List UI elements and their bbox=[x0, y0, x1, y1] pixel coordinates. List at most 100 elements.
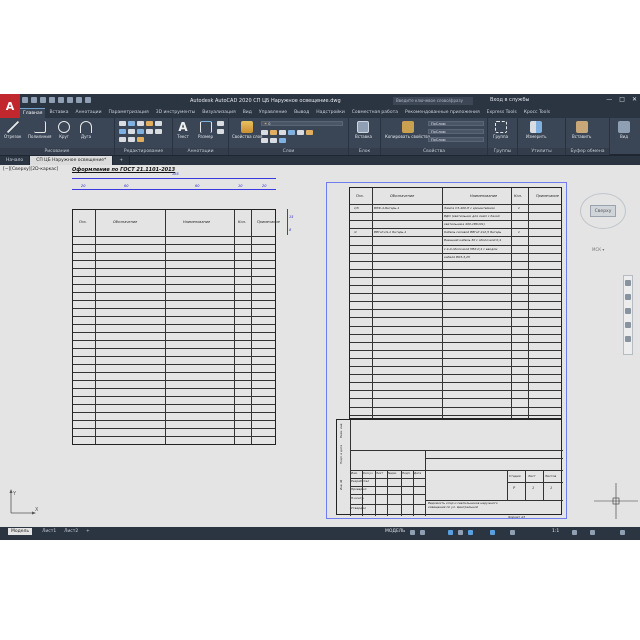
cloud-icon[interactable] bbox=[58, 97, 64, 103]
tab-layout2[interactable]: Лист2 bbox=[64, 529, 78, 534]
tab-parametric[interactable]: Параметризация bbox=[106, 108, 152, 118]
orbit-icon[interactable] bbox=[625, 322, 631, 328]
move-icon[interactable] bbox=[119, 121, 126, 126]
annotation-scale[interactable]: 1:1 bbox=[552, 529, 559, 534]
add-layout-button[interactable]: + bbox=[86, 529, 90, 534]
groups-panel-label[interactable]: Группы bbox=[488, 148, 517, 155]
lineweight-icon[interactable] bbox=[490, 530, 495, 535]
zoom-icon[interactable] bbox=[625, 308, 631, 314]
layer-properties-tool[interactable]: Свойства слоя bbox=[232, 121, 262, 139]
tab-3d-tools[interactable]: 3D инструменты bbox=[153, 108, 199, 118]
tab-featured-apps[interactable]: Рекомендованные приложения bbox=[402, 108, 483, 118]
showmotion-icon[interactable] bbox=[625, 336, 631, 342]
maximize-button[interactable]: □ bbox=[619, 96, 625, 103]
viewcube[interactable]: Сверху bbox=[590, 205, 616, 217]
undo-icon[interactable] bbox=[76, 97, 82, 103]
tab-drawing[interactable]: СП ЦБ Наружное освещение* bbox=[30, 156, 114, 165]
tab-collaborate[interactable]: Совместная работа bbox=[349, 108, 401, 118]
measure-tool[interactable]: Измерить bbox=[526, 121, 546, 139]
linetype-dropdown[interactable]: ПоСлою bbox=[428, 137, 484, 142]
layer-match-icon[interactable] bbox=[288, 130, 295, 135]
tab-start[interactable]: Начало bbox=[0, 156, 31, 165]
paste-tool[interactable]: Вставить bbox=[572, 121, 591, 139]
chamfer-icon[interactable] bbox=[137, 137, 144, 142]
trim-icon[interactable] bbox=[137, 121, 144, 126]
layer-merge-icon[interactable] bbox=[279, 138, 286, 143]
layer-dropdown[interactable]: ☀ 0 bbox=[261, 121, 343, 126]
stretch-icon[interactable] bbox=[146, 129, 153, 134]
tab-model[interactable]: Модель bbox=[8, 528, 33, 535]
wcs-menu[interactable]: МСК ▾ bbox=[592, 247, 604, 252]
osnap-icon[interactable] bbox=[468, 530, 473, 535]
settings-icon[interactable] bbox=[590, 530, 595, 535]
layer-off-icon[interactable] bbox=[261, 130, 268, 135]
properties-panel-label[interactable]: Свойства bbox=[381, 148, 487, 155]
new-tab-button[interactable]: + bbox=[113, 156, 131, 165]
layers-panel-label[interactable]: Слои bbox=[229, 148, 348, 155]
insert-block-tool[interactable]: Вставка bbox=[355, 121, 372, 139]
color-dropdown[interactable]: ПоСлою bbox=[428, 121, 484, 126]
clipboard-panel-label[interactable]: Буфер обмена bbox=[566, 148, 609, 155]
group-tool[interactable]: Группа bbox=[493, 121, 508, 139]
match-properties-tool[interactable]: Копировать свойства bbox=[385, 121, 430, 139]
steering-wheel-icon[interactable] bbox=[625, 280, 631, 286]
dimension-tool[interactable]: Размер bbox=[198, 121, 213, 139]
table-icon[interactable] bbox=[217, 129, 224, 134]
new-icon[interactable] bbox=[22, 97, 28, 103]
close-button[interactable]: ✕ bbox=[632, 96, 637, 103]
utilities-panel-label[interactable]: Утилиты bbox=[518, 148, 565, 155]
tab-layout1[interactable]: Лист1 bbox=[42, 529, 56, 534]
viewport-controls[interactable]: [−][Сверху][2D-каркас] bbox=[3, 167, 58, 172]
tab-addins[interactable]: Надстройки bbox=[313, 108, 348, 118]
tab-home[interactable]: Главная bbox=[20, 108, 46, 118]
search-input[interactable]: Введите ключевое слово/фразу bbox=[393, 97, 473, 105]
drawing-canvas[interactable]: [−][Сверху][2D-каркас] Оформление по ГОС… bbox=[0, 165, 640, 527]
plot-icon[interactable] bbox=[67, 97, 73, 103]
open-icon[interactable] bbox=[31, 97, 37, 103]
snap-icon[interactable] bbox=[420, 530, 425, 535]
model-space-button[interactable]: МОДЕЛЬ bbox=[385, 529, 405, 534]
view-tool[interactable]: Вид bbox=[618, 121, 630, 139]
leader-icon[interactable] bbox=[217, 121, 224, 126]
text-tool[interactable]: A Текст bbox=[177, 121, 189, 139]
scale-icon[interactable] bbox=[155, 129, 162, 134]
layer-freeze-icon[interactable] bbox=[270, 130, 277, 135]
circle-tool[interactable]: Круг bbox=[58, 121, 70, 139]
explode-icon[interactable] bbox=[137, 129, 144, 134]
tab-visualize[interactable]: Визуализация bbox=[199, 108, 238, 118]
array-icon[interactable] bbox=[119, 137, 126, 142]
offset-icon[interactable] bbox=[128, 137, 135, 142]
tab-cross-tools[interactable]: Кросс Tools bbox=[521, 108, 553, 118]
annotation-icon[interactable] bbox=[510, 530, 515, 535]
tab-view[interactable]: Вид bbox=[240, 108, 255, 118]
arc-tool[interactable]: Дуга bbox=[80, 121, 92, 139]
tab-insert[interactable]: Вставка bbox=[46, 108, 71, 118]
layer-lock-icon[interactable] bbox=[279, 130, 286, 135]
rotate-icon[interactable] bbox=[128, 121, 135, 126]
app-menu-button[interactable]: A bbox=[0, 94, 20, 118]
layer-isolate-icon[interactable] bbox=[297, 130, 304, 135]
ortho-icon[interactable] bbox=[448, 530, 453, 535]
copy-icon[interactable] bbox=[155, 121, 162, 126]
customize-icon[interactable] bbox=[620, 530, 625, 535]
block-panel-label[interactable]: Блок bbox=[349, 148, 380, 155]
erase-icon[interactable] bbox=[146, 121, 153, 126]
layer-previous-icon[interactable] bbox=[306, 130, 313, 135]
tab-annotate[interactable]: Аннотации bbox=[73, 108, 105, 118]
save-as-icon[interactable] bbox=[49, 97, 55, 103]
tab-output[interactable]: Вывод bbox=[291, 108, 312, 118]
workspace-icon[interactable] bbox=[572, 530, 577, 535]
layer-current-icon[interactable] bbox=[261, 138, 268, 143]
line-tool[interactable]: Отрезок bbox=[4, 121, 21, 139]
spec-table-filled[interactable]: Поз. Обозначение Наименование Кол. Приме… bbox=[349, 187, 562, 419]
save-icon[interactable] bbox=[40, 97, 46, 103]
sign-in-button[interactable]: Вход в службы bbox=[490, 97, 529, 103]
tab-manage[interactable]: Управление bbox=[256, 108, 290, 118]
tab-express-tools[interactable]: Express Tools bbox=[484, 108, 520, 118]
minimize-button[interactable]: — bbox=[606, 96, 612, 103]
polar-icon[interactable] bbox=[458, 530, 463, 535]
pan-icon[interactable] bbox=[625, 294, 631, 300]
mirror-icon[interactable] bbox=[119, 129, 126, 134]
redo-icon[interactable] bbox=[85, 97, 91, 103]
grid-icon[interactable] bbox=[410, 530, 415, 535]
